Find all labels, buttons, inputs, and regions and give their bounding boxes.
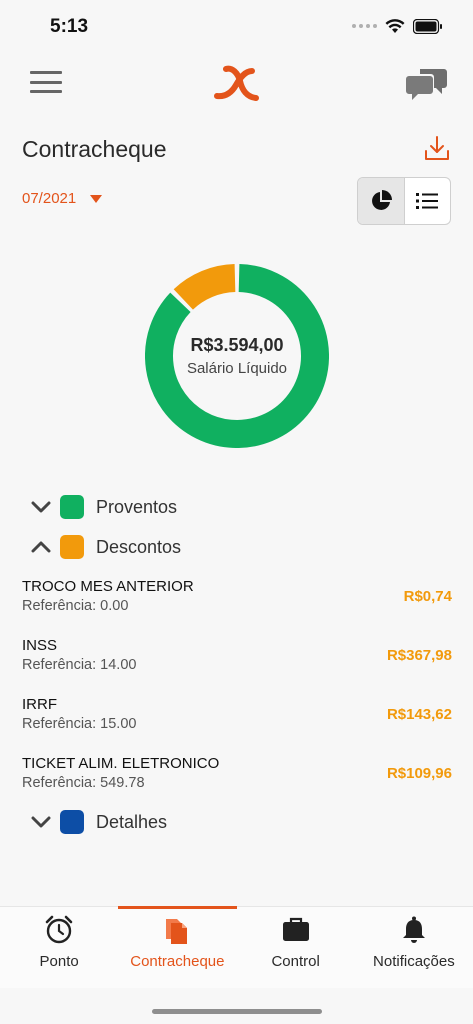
- tab-label: Ponto: [39, 953, 79, 970]
- briefcase-icon: [281, 915, 311, 945]
- page-title: Contracheque: [22, 136, 167, 162]
- proventos-label: Proventos: [96, 496, 178, 517]
- item-name: IRRF: [22, 696, 57, 713]
- list-view-button[interactable]: [405, 178, 451, 224]
- document-icon: [162, 915, 192, 945]
- item-value: R$109,96: [386, 765, 452, 782]
- detalhes-color-swatch: [60, 810, 84, 834]
- status-icons: [352, 18, 443, 34]
- period-label: 07/2021: [22, 190, 77, 207]
- salary-donut-chart: R$3.594,00 Salário Líquido: [145, 264, 329, 448]
- download-icon[interactable]: [423, 134, 451, 162]
- item-value: R$143,62: [386, 706, 452, 723]
- tab-label: Contracheque: [130, 953, 225, 970]
- list-item: IRRF Referência: 15.00 R$143,62: [22, 696, 452, 738]
- list-icon: [416, 193, 439, 209]
- list-item: TROCO MES ANTERIOR Referência: 0.00 R$0,…: [22, 578, 452, 620]
- descontos-label: Descontos: [96, 536, 182, 557]
- item-name: TICKET ALIM. ELETRONICO: [22, 755, 220, 772]
- tab-contracheque[interactable]: Contracheque: [118, 906, 237, 989]
- descontos-toggle[interactable]: Descontos: [28, 534, 181, 560]
- list-item: TICKET ALIM. ELETRONICO Referência: 549.…: [22, 755, 452, 797]
- item-name: TROCO MES ANTERIOR: [22, 578, 194, 595]
- detalhes-label: Detalhes: [96, 811, 168, 832]
- wifi-icon: [385, 19, 405, 33]
- bottom-tab-bar: Ponto Contracheque Control Notificações: [0, 906, 473, 988]
- proventos-color-swatch: [60, 495, 84, 519]
- cellular-signal-icon: [352, 24, 377, 28]
- donut-center: R$3.594,00 Salário Líquido: [145, 264, 329, 448]
- tab-label: Control: [271, 953, 320, 970]
- chart-view-button[interactable]: [358, 178, 405, 224]
- bell-icon: [399, 915, 429, 945]
- battery-icon: [413, 18, 442, 34]
- tab-ponto[interactable]: Ponto: [0, 907, 118, 989]
- tab-label: Notificações: [373, 953, 455, 970]
- item-reference: Referência: 15.00: [22, 716, 137, 732]
- status-time: 5:13: [50, 16, 89, 37]
- chevron-down-icon: [28, 494, 54, 520]
- tab-control[interactable]: Control: [237, 907, 355, 989]
- caret-down-icon: [90, 194, 103, 203]
- hamburger-menu-icon[interactable]: [30, 71, 62, 97]
- detalhes-toggle[interactable]: Detalhes: [28, 809, 167, 835]
- home-indicator: [152, 1009, 322, 1014]
- alarm-clock-icon: [44, 915, 74, 945]
- item-reference: Referência: 0.00: [22, 598, 129, 614]
- period-dropdown[interactable]: 07/2021: [22, 190, 103, 207]
- top-bar: [0, 55, 473, 115]
- pie-chart-icon: [371, 190, 392, 210]
- item-name: INSS: [22, 637, 58, 654]
- chevron-up-icon: [28, 534, 54, 560]
- list-item: INSS Referência: 14.00 R$367,98: [22, 637, 452, 679]
- net-salary-caption: Salário Líquido: [186, 360, 288, 377]
- item-value: R$0,74: [403, 588, 452, 605]
- tab-notificacoes[interactable]: Notificações: [355, 907, 473, 989]
- item-reference: Referência: 14.00: [22, 657, 137, 673]
- app-logo: [214, 65, 259, 101]
- chat-icon[interactable]: [406, 65, 448, 101]
- status-bar: 5:13: [0, 0, 473, 50]
- item-value: R$367,98: [386, 647, 452, 664]
- net-salary-amount: R$3.594,00: [190, 335, 284, 355]
- item-reference: Referência: 549.78: [22, 775, 145, 791]
- view-toggle: [357, 177, 451, 225]
- chevron-down-icon: [28, 809, 54, 835]
- descontos-color-swatch: [60, 535, 84, 559]
- proventos-toggle[interactable]: Proventos: [28, 494, 177, 520]
